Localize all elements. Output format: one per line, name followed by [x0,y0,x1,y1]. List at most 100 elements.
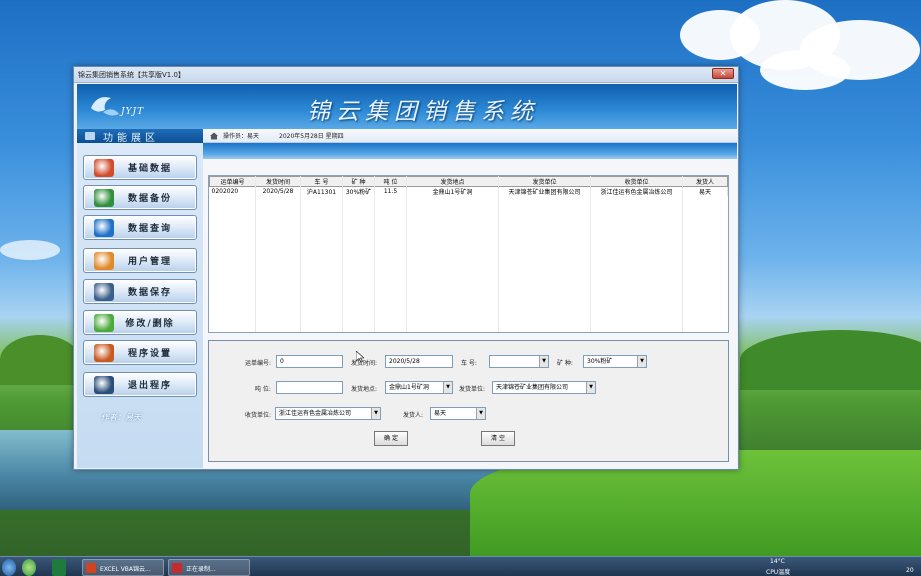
cell: 沪A11301 [300,186,343,196]
table-row[interactable]: 0202020 2020/5/28 沪A11301 30%粉矿 11.5 金鼎山… [209,186,728,196]
sender-unit-select[interactable]: 天津锦苍矿业集团有限公司 ▼ [492,381,596,394]
ton-input[interactable] [276,381,343,394]
nav-backup-button[interactable]: 数据备份 [83,185,197,210]
database-icon [94,158,114,177]
shipper-value: 易天 [434,410,447,417]
browser-icon[interactable] [22,559,36,576]
sidebar: 功能展区 基础数据 数据备份 数据查询 用户管理 数据保存 修改/删除 程序设置… [77,129,203,468]
col-header[interactable]: 发货地点 [406,176,499,187]
grid-line [682,176,683,332]
nav-query-button[interactable]: 数据查询 [83,215,197,240]
chevron-down-icon: ▼ [539,356,548,367]
clear-button[interactable]: 清 空 [481,431,515,446]
receiver-select[interactable]: 浙江佳运有色金属冶炼公司 ▼ [275,407,381,420]
monitor-icon [94,282,114,301]
app-title: 锦云集团销售系统 [307,99,539,125]
records-table: 运单编号 发货时间 车 号 矿 种 吨 位 发货地点 发货单位 收货单位 发货人… [209,176,728,196]
confirm-button[interactable]: 确 定 [374,431,408,446]
chevron-down-icon: ▼ [586,382,595,393]
col-header[interactable]: 矿 种 [342,176,375,187]
nav-user-button[interactable]: 用户管理 [83,248,197,273]
nav-save-button[interactable]: 数据保存 [83,279,197,304]
ore-label: 矿 种: [557,360,573,367]
clock-text[interactable]: 20 [906,567,914,574]
car-select[interactable]: ▼ [489,355,549,368]
nav-basic-data-button[interactable]: 基础数据 [83,155,197,180]
receiver-value: 浙江佳运有色金属冶炼公司 [279,410,352,417]
hill [0,335,80,385]
start-button[interactable] [2,559,16,576]
banner: JYJT 锦云集团销售系统 [77,84,737,129]
hill [740,330,921,390]
taskbar-item-recorder[interactable]: 正在录制... [168,559,250,576]
waybill-input[interactable]: 0 [276,355,343,368]
nav-settings-button[interactable]: 程序设置 [83,340,197,365]
cell: 易天 [682,186,728,196]
nav-label: 数据备份 [127,194,172,204]
time-input[interactable]: 2020/5/28 [385,355,453,368]
sidebar-header: 功能展区 [77,129,203,144]
taskbar-label: 正在录制... [186,566,216,573]
col-header[interactable]: 车 号 [300,176,343,187]
car-label: 车 号: [461,360,477,367]
recorder-icon [172,563,182,573]
title-bar[interactable]: 锦云集团销售系统【共享版V1.0】 [74,67,738,83]
user-icon [94,251,114,270]
excel-icon[interactable] [52,559,66,576]
col-header[interactable]: 发货时间 [255,176,301,187]
cloud [0,240,60,260]
ore-select[interactable]: 30%粉矿 ▼ [583,355,647,368]
chevron-down-icon: ▼ [476,408,485,419]
mouse-cursor-icon [356,351,364,363]
exit-icon [94,375,114,394]
nav-label: 基础数据 [127,164,172,174]
col-header[interactable]: 发货人 [682,176,728,187]
cell: 天津锦苍矿业集团有限公司 [498,186,591,196]
nav-label: 数据保存 [127,288,172,298]
time-label: 发货时间: [351,360,378,367]
cloud [760,50,850,90]
nav-label: 程序设置 [127,349,172,359]
col-header[interactable]: 发货单位 [498,176,591,187]
window-title: 锦云集团销售系统【共享版V1.0】 [78,70,185,79]
app-window: 锦云集团销售系统【共享版V1.0】 ✕ JYJT 锦云集团销售系统 功能展区 基… [73,66,739,470]
col-header[interactable]: 吨 位 [374,176,407,187]
edit-icon [94,313,114,332]
main-panel: 操作员：易天 2020年5月28日 星期四 运单编号 发货时间 车 号 矿 种 … [203,129,737,468]
taskbar-label: EXCEL VBA锦云... [100,566,151,573]
grid-line [342,176,343,332]
header-strip [203,143,737,159]
taskbar-item-ppt[interactable]: EXCEL VBA锦云... [82,559,164,576]
nav-exit-button[interactable]: 退出程序 [83,372,197,397]
nav-edit-button[interactable]: 修改/删除 [83,310,197,335]
cell: 浙江佳运有色金属冶炼公司 [590,186,683,196]
table-header: 运单编号 发货时间 车 号 矿 种 吨 位 发货地点 发货单位 收货单位 发货人 [209,176,728,187]
chevron-down-icon: ▼ [443,382,452,393]
cell: 11.5 [374,186,407,196]
taskbar: EXCEL VBA锦云... 正在录制... 14°C CPU温度 20 [0,556,921,576]
col-header[interactable]: 收货单位 [590,176,683,187]
grid-line [374,176,375,332]
date-text: 2020年5月28日 星期四 [279,133,344,140]
chevron-down-icon: ▼ [637,356,646,367]
query-icon [94,218,114,237]
place-value: 金鼎山1号矿洞 [389,384,429,391]
grid-line [498,176,499,332]
col-header[interactable]: 运单编号 [209,176,256,187]
grid-line [255,176,256,332]
grid-line [300,176,301,332]
data-grid[interactable]: 运单编号 发货时间 车 号 矿 种 吨 位 发货地点 发货单位 收货单位 发货人… [208,175,729,333]
cell: 金鼎山1号矿洞 [406,186,499,196]
grid-line [590,176,591,332]
powerpoint-icon [86,563,96,573]
receiver-label: 收货单位: [245,412,272,419]
place-select[interactable]: 金鼎山1号矿洞 ▼ [385,381,453,394]
nav-label: 数据查询 [127,224,172,234]
monitor-icon [85,132,95,140]
shipper-select[interactable]: 易天 ▼ [430,407,486,420]
sender-unit-label: 发货单位: [459,386,486,393]
settings-user-icon [94,343,114,362]
close-button[interactable]: ✕ [712,68,734,79]
operator-text: 操作员：易天 [223,133,260,140]
waybill-label: 运单编号: [245,360,272,367]
